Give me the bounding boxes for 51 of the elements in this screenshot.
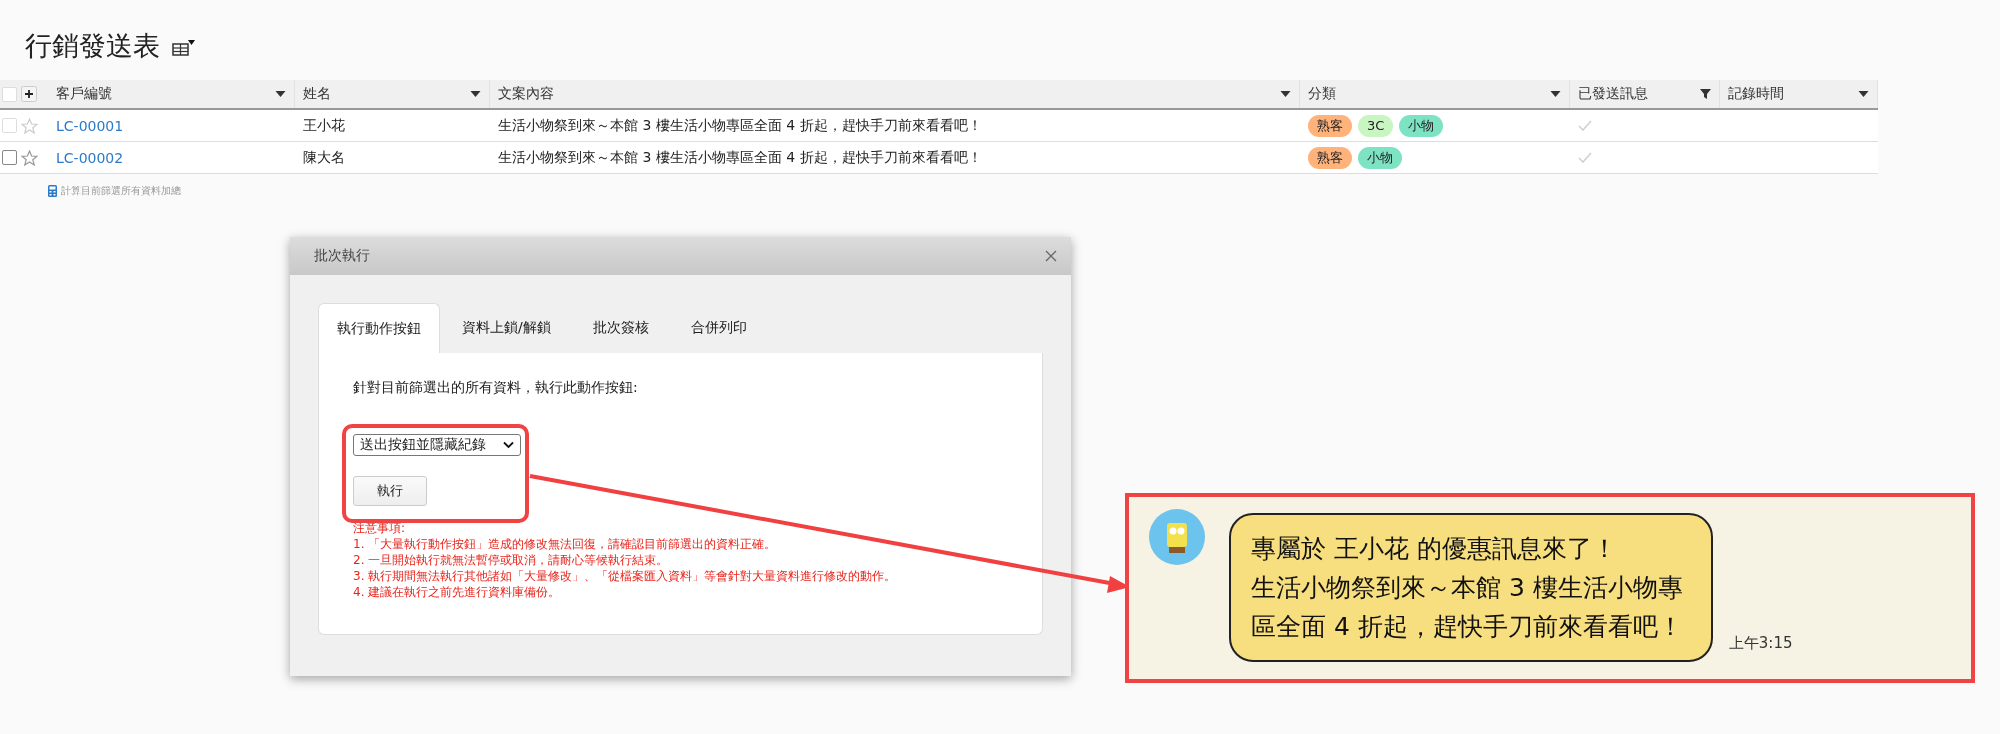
table-cell-text: 生活小物祭到來～本館 3 樓生活小物專區全面 4 折起，趕快手刀前來看看吧！ — [497, 115, 983, 135]
category-tag: 小物 — [1358, 146, 1402, 169]
column-header[interactable]: 姓名 — [295, 80, 490, 108]
tab[interactable]: 合併列印 — [670, 303, 767, 353]
category-tag: 小物 — [1399, 114, 1444, 137]
chat-message-bubble: 專屬於 王小花 的優惠訊息來了！ 生活小物祭到來～本館 3 樓生活小物專 區全面 4 折起，趕快手刀前來看看吧！ — [1229, 513, 1713, 662]
calculator-icon[interactable] — [48, 185, 57, 197]
caret-icon[interactable] — [1858, 91, 1869, 97]
column-header[interactable]: 分類 — [1300, 80, 1570, 108]
add-icon[interactable] — [21, 86, 37, 102]
note-item: 2. 一旦開始執行就無法暫停或取消，請耐心等候執行結束。 — [353, 552, 669, 568]
category-tag: 3C — [1358, 114, 1394, 137]
avatar-icon — [1149, 509, 1205, 565]
star-icon[interactable] — [21, 117, 38, 134]
caret-icon[interactable] — [1280, 91, 1291, 97]
tab[interactable]: 執行動作按鈕 — [318, 303, 440, 353]
table-cell-text: 王小花 — [302, 115, 346, 135]
checkmark-icon[interactable] — [1578, 152, 1592, 163]
column-header[interactable]: 已發送訊息 — [1570, 80, 1720, 108]
tab[interactable]: 資料上鎖/解鎖 — [442, 303, 571, 353]
action-select[interactable]: 送出按鈕並隱藏紀錄 — [353, 434, 521, 456]
note-item: 3. 執行期間無法執行其他諸如「大量修改」、「從檔案匯入資料」等會針對大量資料進行修改的動作。 — [353, 568, 897, 584]
checkmark-icon[interactable] — [1578, 120, 1592, 131]
star-icon[interactable] — [21, 149, 38, 166]
chevron-icon — [503, 441, 514, 449]
column-header[interactable]: 記錄時間 — [1720, 80, 1878, 108]
caret-icon[interactable] — [470, 91, 481, 97]
close-icon[interactable] — [1045, 250, 1057, 262]
tab[interactable]: 批次簽核 — [572, 303, 669, 353]
table-cell-text: 陳大名 — [302, 147, 346, 167]
note-item: 1. 「大量執行動作按鈕」造成的修改無法回復，請確認目前篩選出的資料正確。 — [353, 536, 777, 552]
column-header[interactable]: 客戶編號 — [48, 80, 295, 108]
header-checkbox[interactable] — [2, 86, 17, 102]
row-checkbox[interactable] — [2, 150, 17, 165]
run-button[interactable]: 執行 — [353, 476, 427, 506]
note-item: 4. 建議在執行之前先進行資料庫備份。 — [353, 584, 561, 600]
filter-icon[interactable] — [1700, 89, 1711, 99]
record-link[interactable]: LC-00002 — [56, 149, 124, 166]
table-cell-text: 生活小物祭到來～本館 3 樓生活小物專區全面 4 折起，趕快手刀前來看看吧！ — [497, 147, 983, 167]
caret-icon[interactable] — [275, 91, 286, 97]
instruction-text: 針對目前篩選出的所有資料，執行此動作按鈕: — [353, 379, 639, 397]
page-title: 行銷發送表 — [25, 29, 160, 63]
category-tag: 熟客 — [1308, 146, 1352, 169]
message-time: 上午3:15 — [1728, 634, 1793, 653]
table-view-icon[interactable] — [172, 39, 196, 57]
dialog-title: 批次執行 — [314, 247, 370, 265]
category-tag: 熟客 — [1308, 114, 1352, 137]
record-link[interactable]: LC-00001 — [56, 117, 124, 134]
column-header[interactable]: 文案內容 — [490, 80, 1300, 108]
notes-heading: 注意事項: — [353, 520, 406, 536]
caret-icon[interactable] — [1550, 91, 1561, 97]
